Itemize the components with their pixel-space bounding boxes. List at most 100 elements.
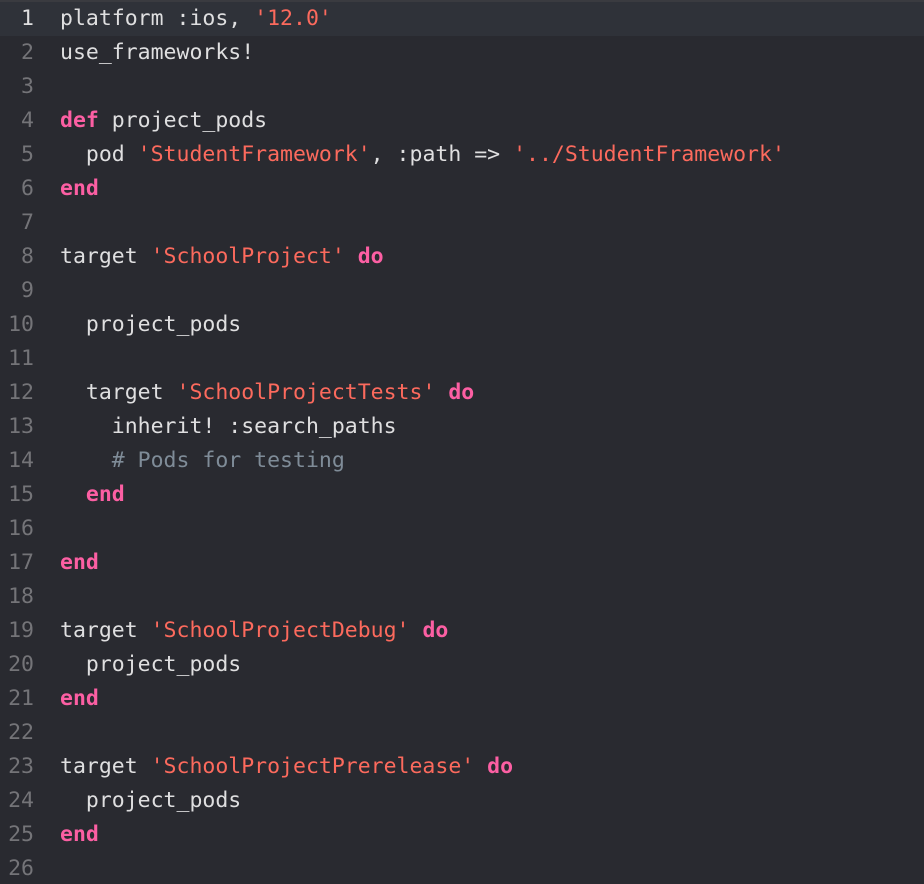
line-code[interactable]: target 'SchoolProject' do	[60, 240, 384, 274]
line-number: 1	[21, 6, 34, 31]
line-number: 6	[21, 176, 34, 201]
code-token-string: 'SchoolProjectPrerelease'	[150, 754, 475, 779]
line-code[interactable]: pod 'StudentFramework', :path => '../Stu…	[60, 138, 785, 172]
code-line[interactable]: 1 platform :ios, '12.0'	[0, 2, 924, 36]
line-code[interactable]: end	[60, 546, 99, 580]
code-line[interactable]: 10 project_pods	[0, 308, 924, 342]
line-code[interactable]: # Pods for testing	[60, 444, 345, 478]
code-token-keyword: do	[357, 244, 384, 269]
code-token-plain: platform :ios,	[60, 6, 255, 31]
line-number: 7	[21, 210, 34, 235]
code-lines[interactable]: 1 platform :ios, '12.0' 2 use_frameworks! 3 4…	[0, 2, 924, 884]
line-number: 14	[8, 448, 34, 473]
code-line[interactable]: 25 end	[0, 818, 924, 852]
line-code[interactable]: end	[60, 478, 125, 512]
line-code[interactable]: target 'SchoolProjectDebug' do	[60, 614, 448, 648]
code-line[interactable]: 24 project_pods	[0, 784, 924, 818]
code-token-keyword: def	[60, 108, 99, 133]
line-number: 9	[21, 278, 34, 303]
code-line[interactable]: 21 end	[0, 682, 924, 716]
line-code[interactable]: def project_pods	[60, 104, 267, 138]
line-code[interactable]: platform :ios, '12.0'	[60, 2, 332, 36]
line-number: 16	[8, 516, 34, 541]
line-number: 17	[8, 550, 34, 575]
line-code[interactable]: inherit! :search_paths	[60, 410, 397, 444]
code-token-keyword: end	[85, 482, 125, 507]
code-token-plain: target	[60, 618, 151, 643]
code-line[interactable]: 8 target 'SchoolProject' do	[0, 240, 924, 274]
code-line[interactable]: 18	[0, 580, 924, 614]
code-token-plain: use_frameworks!	[60, 40, 255, 65]
code-line[interactable]: 13 inherit! :search_paths	[0, 410, 924, 444]
code-line[interactable]: 2 use_frameworks!	[0, 36, 924, 70]
code-token-keyword: do	[487, 754, 514, 779]
line-number: 26	[8, 856, 34, 881]
line-code[interactable]: project_pods	[60, 784, 241, 818]
code-token-keyword: do	[422, 618, 449, 643]
code-line[interactable]: 14 # Pods for testing	[0, 444, 924, 478]
code-token-string: 'SchoolProjectTests'	[176, 380, 436, 405]
code-token-keyword: end	[60, 176, 99, 201]
code-token-plain: pod	[60, 142, 138, 167]
code-token-string: '12.0'	[254, 6, 332, 31]
code-token-string: 'SchoolProject'	[150, 244, 345, 269]
code-line[interactable]: 16	[0, 512, 924, 546]
code-line[interactable]: 17 end	[0, 546, 924, 580]
code-token-plain: project_pods	[98, 108, 268, 133]
code-line[interactable]: 5 pod 'StudentFramework', :path => '../S…	[0, 138, 924, 172]
code-token-plain: project_pods	[60, 312, 242, 337]
line-number: 11	[8, 346, 34, 371]
code-line[interactable]: 6 end	[0, 172, 924, 206]
line-number: 8	[21, 244, 34, 269]
code-line[interactable]: 23 target 'SchoolProjectPrerelease' do	[0, 750, 924, 784]
code-editor[interactable]: 1 platform :ios, '12.0' 2 use_frameworks! 3 4…	[0, 0, 924, 884]
code-line[interactable]: 15 end	[0, 478, 924, 512]
code-token-plain: project_pods	[60, 788, 242, 813]
line-code[interactable]: target 'SchoolProjectTests' do	[60, 376, 474, 410]
line-number: 23	[8, 754, 34, 779]
code-token-keyword: end	[60, 686, 99, 711]
code-token-plain: inherit! :search_paths	[60, 414, 397, 439]
line-code[interactable]: project_pods	[60, 648, 241, 682]
code-token-string: 'SchoolProjectDebug'	[150, 618, 410, 643]
line-number: 3	[21, 74, 34, 99]
code-line[interactable]: 22	[0, 716, 924, 750]
code-token-plain: target	[60, 380, 177, 405]
code-line[interactable]: 3	[0, 70, 924, 104]
line-number: 13	[8, 414, 34, 439]
code-token-plain: target	[60, 754, 151, 779]
line-code[interactable]: end	[60, 682, 99, 716]
line-number: 15	[8, 482, 34, 507]
line-code[interactable]: use_frameworks!	[60, 36, 254, 70]
code-token-keyword: do	[448, 380, 475, 405]
line-code[interactable]: project_pods	[60, 308, 241, 342]
code-line[interactable]: 20 project_pods	[0, 648, 924, 682]
code-line[interactable]: 7	[0, 206, 924, 240]
code-token-comment: # Pods for testing	[60, 448, 345, 473]
code-line[interactable]: 19 target 'SchoolProjectDebug' do	[0, 614, 924, 648]
line-code[interactable]: end	[60, 172, 99, 206]
line-code[interactable]: target 'SchoolProjectPrerelease' do	[60, 750, 513, 784]
code-line[interactable]: 12 target 'SchoolProjectTests' do	[0, 376, 924, 410]
code-line[interactable]: 26	[0, 852, 924, 884]
line-number: 24	[8, 788, 34, 813]
line-number: 5	[21, 142, 34, 167]
line-number: 20	[8, 652, 34, 677]
line-number: 2	[21, 40, 34, 65]
code-line[interactable]: 9	[0, 274, 924, 308]
line-number: 4	[21, 108, 34, 133]
line-number: 19	[8, 618, 34, 643]
line-code[interactable]: end	[60, 818, 99, 852]
code-token-plain: , :path =>	[370, 142, 514, 167]
code-line[interactable]: 4 def project_pods	[0, 104, 924, 138]
line-number: 25	[8, 822, 34, 847]
code-token-plain: project_pods	[60, 652, 242, 677]
code-token-string: 'StudentFramework'	[137, 142, 371, 167]
line-number: 22	[8, 720, 34, 745]
code-line[interactable]: 11	[0, 342, 924, 376]
